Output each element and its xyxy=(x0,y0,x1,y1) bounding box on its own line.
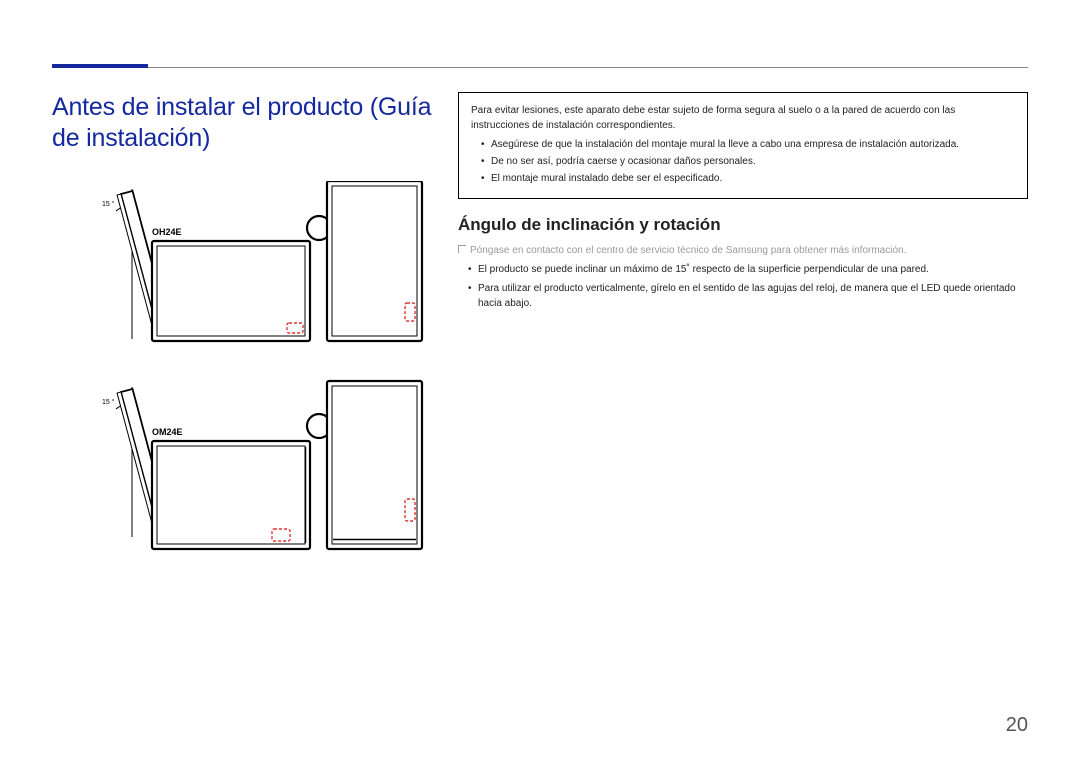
list-item: El producto se puede inclinar un máximo … xyxy=(468,262,1028,278)
tilt-rotation-diagram-1: 15 ° OH24E xyxy=(52,181,424,351)
model-label-2: OM24E xyxy=(152,427,183,437)
warning-intro: Para evitar lesiones, este aparato debe … xyxy=(471,103,1015,133)
header-accent-bar xyxy=(52,64,148,68)
warning-box: Para evitar lesiones, este aparato debe … xyxy=(458,92,1028,199)
diagram-model-2: 15 ° OM24E xyxy=(52,377,444,562)
page-title: Antes de instalar el producto (Guía de i… xyxy=(52,92,444,155)
tilt-angle-label-1: 15 ° xyxy=(102,200,115,208)
section-note: Póngase en contacto con el centro de ser… xyxy=(458,243,1028,258)
warning-item: De no ser así, podría caerse y ocasionar… xyxy=(481,154,1015,169)
section-heading-tilt: Ángulo de inclinación y rotación xyxy=(458,215,1028,235)
right-column: Para evitar lesiones, este aparato debe … xyxy=(444,92,1028,562)
diagram-model-1: 15 ° OH24E xyxy=(52,181,444,351)
list-item: Para utilizar el producto verticalmente,… xyxy=(468,281,1028,312)
warning-item: Asegúrese de que la instalación del mont… xyxy=(481,137,1015,152)
warning-item: El montaje mural instalado debe ser el e… xyxy=(481,171,1015,186)
tilt-rotation-diagram-2: 15 ° OM24E xyxy=(52,377,424,562)
tilt-angle-label-2: 15 ° xyxy=(102,398,115,406)
page-number: 20 xyxy=(1006,714,1028,737)
content-row: Antes de instalar el producto (Guía de i… xyxy=(52,92,1028,562)
model-label-1: OH24E xyxy=(152,227,182,237)
header-rule xyxy=(52,67,1028,68)
page-container: Antes de instalar el producto (Guía de i… xyxy=(0,0,1080,763)
left-column: Antes de instalar el producto (Guía de i… xyxy=(52,92,444,562)
section-bullet-list: El producto se puede inclinar un máximo … xyxy=(458,262,1028,312)
